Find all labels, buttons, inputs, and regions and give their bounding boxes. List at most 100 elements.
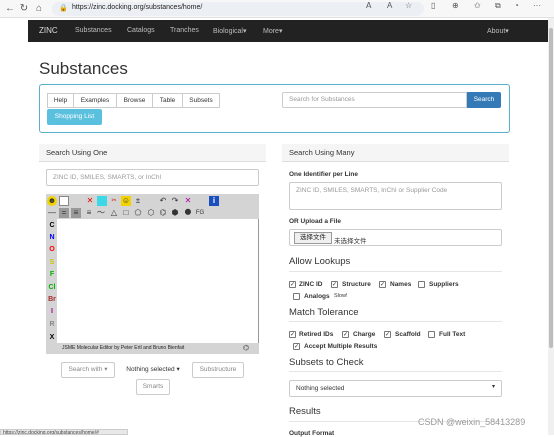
element-n[interactable]: N xyxy=(48,233,56,243)
element-s[interactable]: S xyxy=(48,258,56,268)
fg-button[interactable]: FG xyxy=(195,208,205,218)
smiley-icon[interactable]: ☻ xyxy=(47,196,57,206)
url-text: https://zinc.docking.org/substances/home… xyxy=(72,4,203,11)
extensions-icon[interactable]: ⊕ xyxy=(452,1,459,10)
refresh-icon[interactable]: ↻ xyxy=(18,3,30,15)
nav-biological[interactable]: Biological▾ xyxy=(213,27,246,35)
structure-query-input[interactable]: ZINC ID, SMILES, SMARTS, or InChI xyxy=(46,169,259,186)
element-i[interactable]: I xyxy=(48,307,56,317)
scaffold-checkbox[interactable]: ✓ xyxy=(384,331,391,338)
search-button[interactable]: Search xyxy=(467,92,501,108)
charge-checkbox[interactable]: ✓ xyxy=(342,331,349,338)
zinc-id-label: ZINC ID xyxy=(299,281,323,288)
collections-icon[interactable]: ⧉ xyxy=(495,1,501,11)
more-icon[interactable]: ··· xyxy=(533,1,541,10)
divider xyxy=(289,271,502,272)
element-f[interactable]: F xyxy=(48,270,56,280)
retired-ids-label: Retired IDs xyxy=(299,331,334,338)
page-title: Substances xyxy=(39,59,128,78)
suppliers-checkbox[interactable] xyxy=(418,281,425,288)
subsets-button[interactable]: Subsets xyxy=(182,93,220,108)
read-aloud-icon[interactable]: ꓮ xyxy=(366,1,371,10)
substructure-button[interactable]: Substructure xyxy=(192,362,244,378)
subsets-heading: Subsets to Check xyxy=(289,357,364,368)
output-format-label: Output Format xyxy=(289,430,335,437)
structure-checkbox[interactable]: ✓ xyxy=(331,281,338,288)
nav-catalogs[interactable]: Catalogs xyxy=(127,27,155,34)
double-bond-icon[interactable]: = xyxy=(59,208,69,218)
benzene-icon[interactable]: ⌬ xyxy=(158,208,168,218)
brand-link[interactable]: ZINC xyxy=(39,26,58,35)
element-r[interactable]: R xyxy=(48,320,56,330)
single-bond-icon[interactable]: — xyxy=(47,208,57,218)
browser-toolbar: ← ↻ ⌂ 🔒 https://zinc.docking.org/substan… xyxy=(0,0,554,18)
charge-label: Charge xyxy=(353,331,376,338)
nav-substances[interactable]: Substances xyxy=(75,27,112,34)
home-icon[interactable]: ⌂ xyxy=(33,3,45,15)
retired-ids-checkbox[interactable]: ✓ xyxy=(289,331,296,338)
element-o[interactable]: O xyxy=(48,245,56,255)
zinc-id-checkbox[interactable]: ✓ xyxy=(289,281,296,288)
charge-icon[interactable]: ☺ xyxy=(121,196,131,206)
nav-about[interactable]: About▾ xyxy=(487,27,509,35)
element-br[interactable]: Br xyxy=(48,295,56,305)
names-checkbox[interactable]: ✓ xyxy=(379,281,386,288)
profile-icon[interactable]: ◔ xyxy=(514,1,519,10)
names-label: Names xyxy=(390,281,412,288)
choose-file-button[interactable]: 选择文件 xyxy=(294,232,332,244)
chain-tool-icon[interactable]: 〜 xyxy=(96,208,106,218)
scrollbar-thumb[interactable] xyxy=(549,28,553,348)
info-icon[interactable]: i xyxy=(209,196,219,206)
redo-icon[interactable]: ↷ xyxy=(170,196,180,206)
search-with-dropdown[interactable]: Search with ▾ xyxy=(61,362,115,378)
browse-button[interactable]: Browse xyxy=(116,93,153,108)
structure-label: Structure xyxy=(342,281,371,288)
ring8-icon[interactable]: ⯃ xyxy=(183,208,193,218)
ring7-icon[interactable]: ⬢ xyxy=(170,208,180,218)
table-button[interactable]: Table xyxy=(152,93,183,108)
identifiers-textarea[interactable]: ZINC ID, SMILES, SMARTS, InChI or Suppli… xyxy=(289,182,502,210)
analogs-note: Slow! xyxy=(334,293,348,299)
favorites-icon[interactable]: ✩ xyxy=(474,1,481,10)
element-cl[interactable]: Cl xyxy=(48,283,56,293)
lock-icon: 🔒 xyxy=(59,5,68,12)
smarts-button[interactable]: Smarts xyxy=(136,379,170,395)
new-icon[interactable] xyxy=(59,196,69,206)
subsets-select[interactable]: Nothing selected xyxy=(289,380,502,397)
examples-button[interactable]: Examples xyxy=(73,93,117,108)
element-x[interactable]: X xyxy=(48,333,56,343)
match-tolerance-heading: Match Tolerance xyxy=(289,307,359,318)
nav-more[interactable]: More▾ xyxy=(263,27,282,35)
accept-multiple-checkbox[interactable]: ✓ xyxy=(293,343,300,350)
favorite-star-icon[interactable]: ☆ xyxy=(405,1,412,10)
search-type-select[interactable]: Nothing selected ▾ xyxy=(118,362,188,378)
zoom-icon[interactable]: A xyxy=(387,1,392,10)
search-one-heading: Search Using One xyxy=(39,144,266,162)
divider xyxy=(289,371,502,372)
ring5-icon[interactable]: ⬠ xyxy=(133,208,143,218)
substance-search-input[interactable]: Search for Substances xyxy=(282,92,467,108)
upload-label: OR Upload a File xyxy=(289,218,342,225)
delete-icon[interactable]: ✕ xyxy=(85,196,95,206)
ring6-icon[interactable]: ⬡ xyxy=(146,208,156,218)
analogs-checkbox[interactable] xyxy=(293,293,300,300)
ring3-icon[interactable]: △ xyxy=(109,208,119,218)
chain-icon[interactable]: ≡ xyxy=(84,208,94,218)
triple-bond-icon[interactable]: ≡ xyxy=(71,208,81,218)
jsme-credit: JSME Molecular Editor by Peter Ertl and … xyxy=(62,345,185,351)
caret-down-icon: ▾ xyxy=(492,384,496,390)
allow-lookups-heading: Allow Lookups xyxy=(289,256,351,267)
help-button[interactable]: Help xyxy=(47,93,74,108)
back-icon[interactable]: ← xyxy=(4,3,16,15)
charge-plus-minus-icon[interactable]: ± xyxy=(133,196,143,206)
full-text-checkbox[interactable] xyxy=(428,331,435,338)
undo-icon[interactable]: ↶ xyxy=(158,196,168,206)
nav-tranches[interactable]: Tranches xyxy=(170,27,199,34)
element-c[interactable]: C xyxy=(48,221,56,231)
clear-icon[interactable]: ✕ xyxy=(183,196,193,206)
delete-group-icon[interactable]: ✂ xyxy=(109,196,119,206)
ring4-icon[interactable]: □ xyxy=(121,208,131,218)
shopping-list-button[interactable]: Shopping List xyxy=(47,109,102,125)
split-screen-icon[interactable]: ▯ xyxy=(431,1,435,10)
fragment-icon[interactable] xyxy=(97,196,107,206)
